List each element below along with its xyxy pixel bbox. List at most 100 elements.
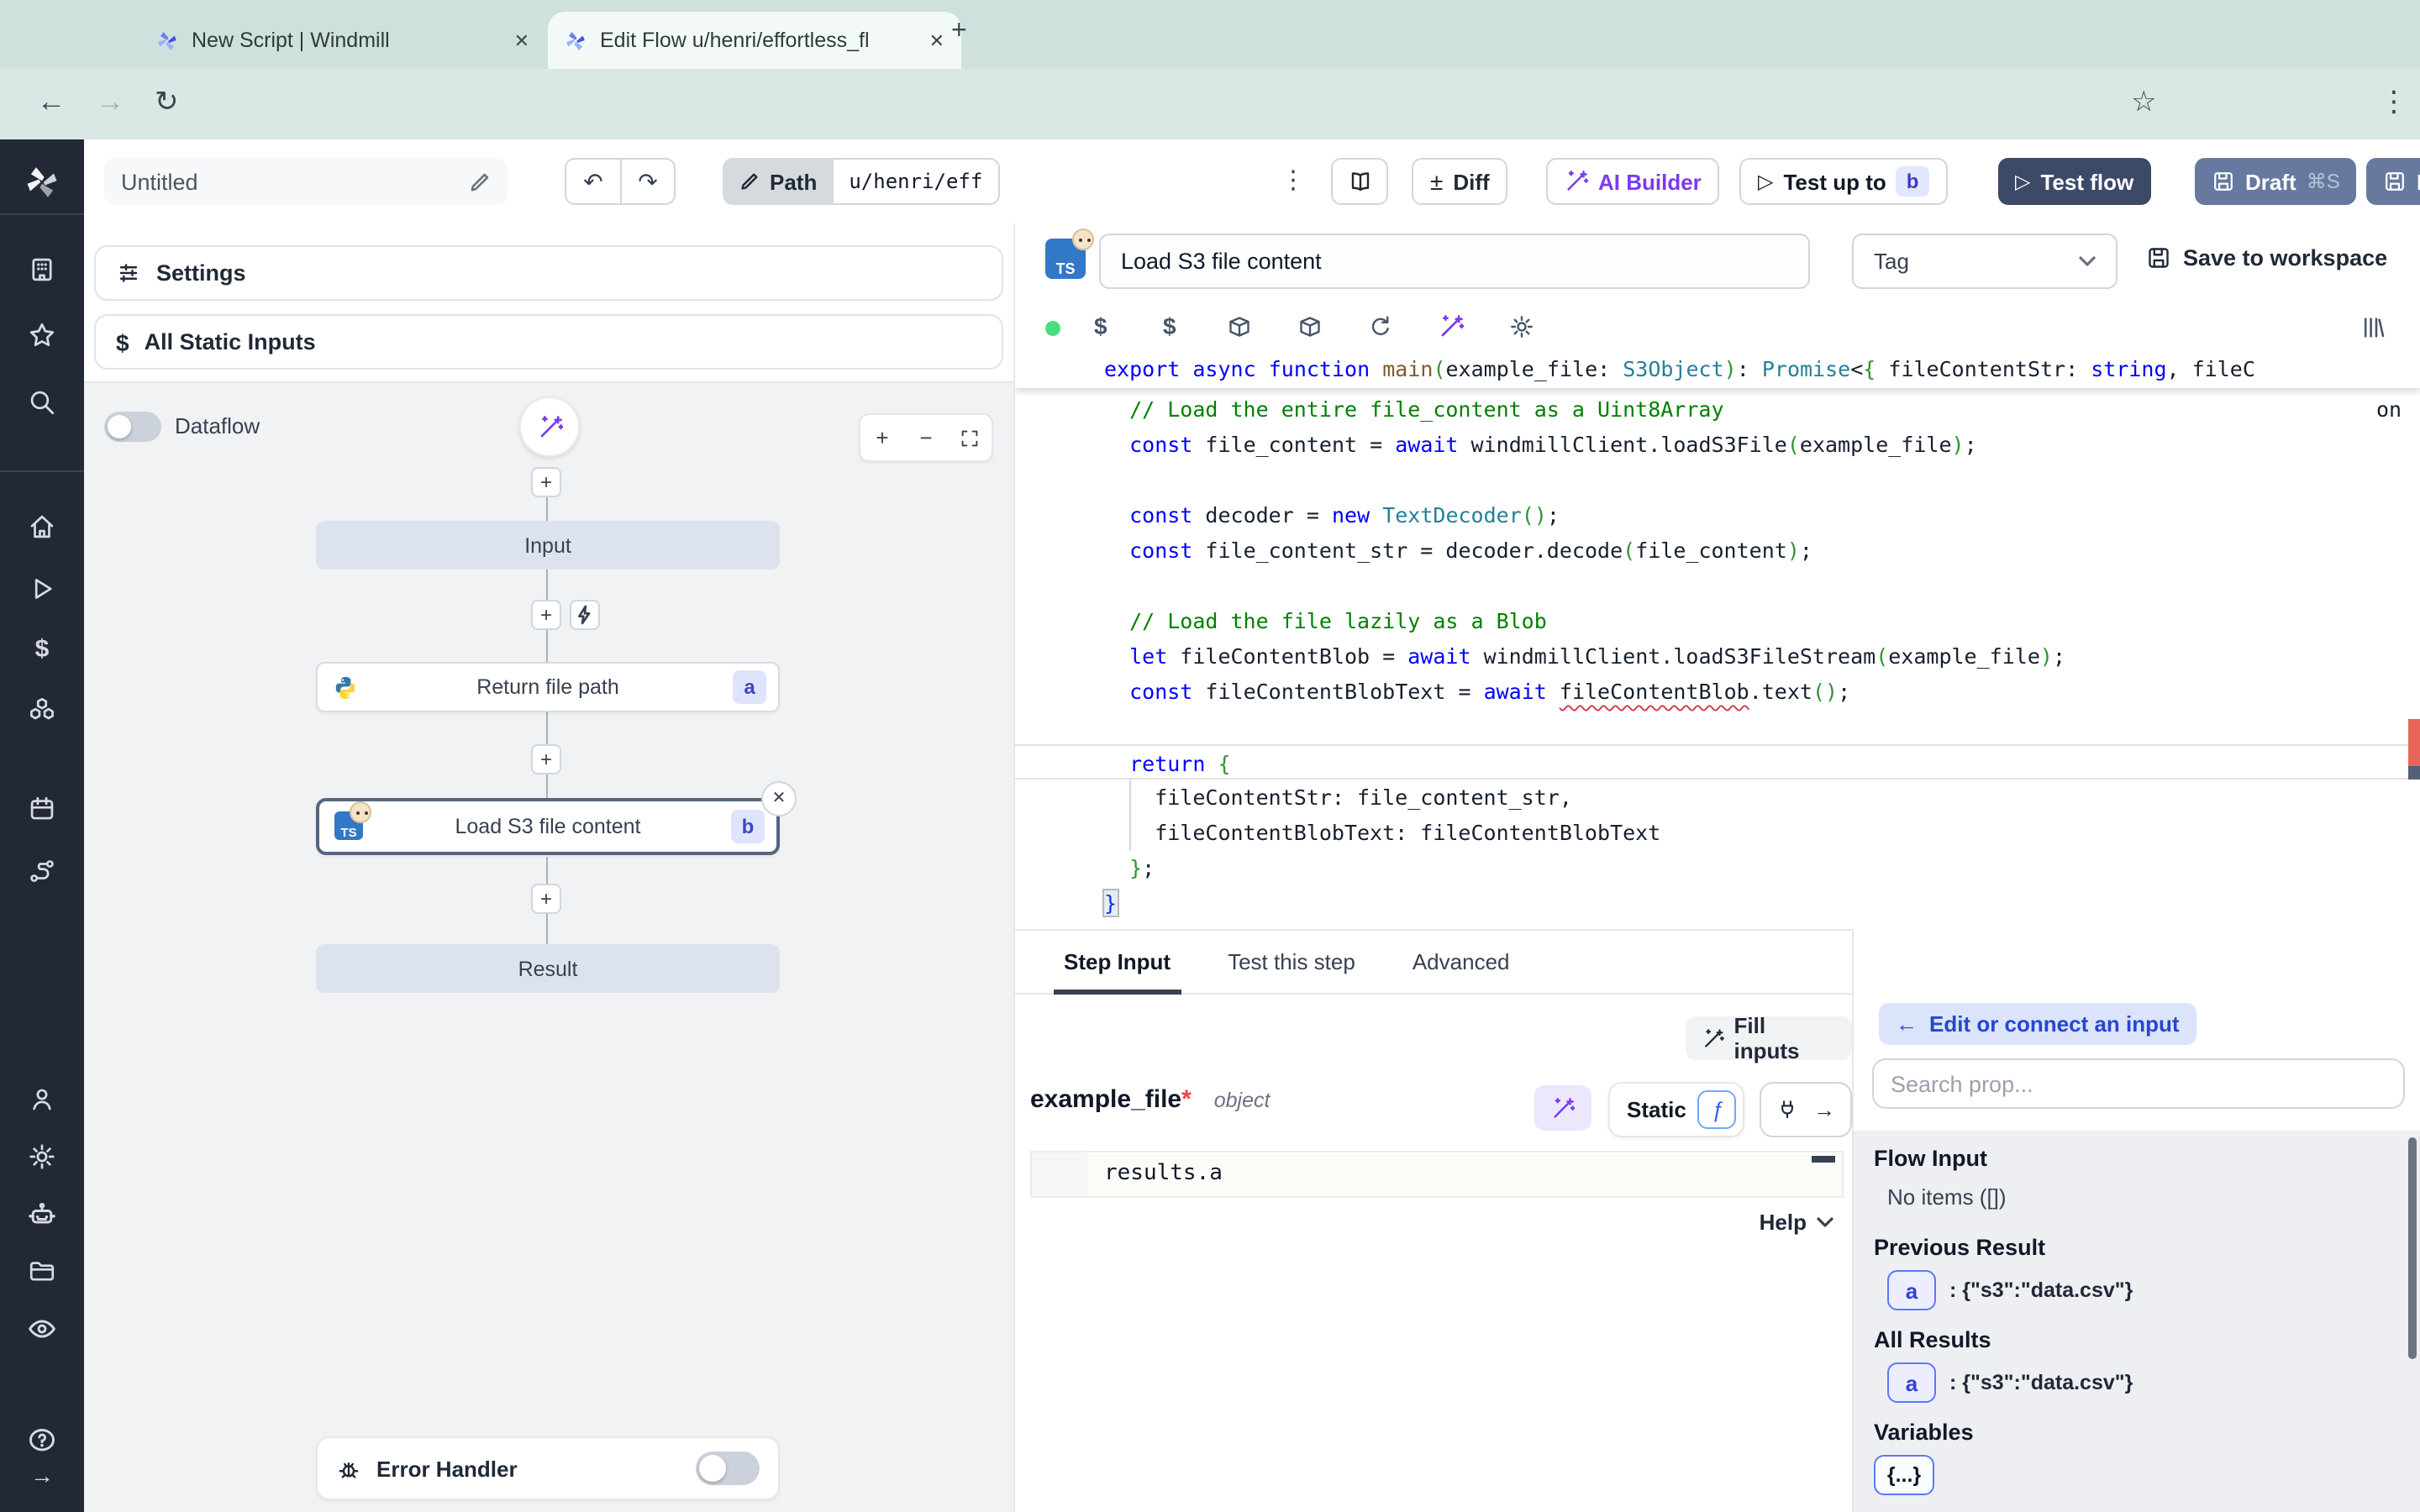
dataflow-toggle[interactable] (104, 412, 161, 442)
undo-button[interactable]: ↶ (565, 158, 620, 205)
all-results-row[interactable]: a : {"s3":"data.csv"} (1887, 1362, 2133, 1403)
scrollbar-thumb[interactable] (2408, 766, 2420, 780)
test-up-to-button[interactable]: ▷ Test up to b (1739, 158, 1947, 205)
connect-group: → (1760, 1082, 1852, 1137)
flows-route-icon[interactable] (28, 857, 56, 885)
step-node-b-selected[interactable]: TS Load S3 file content b (316, 798, 780, 855)
deploy-button[interactable]: Deploy (2366, 158, 2420, 205)
remove-step-icon[interactable]: ✕ (761, 781, 797, 816)
help-icon[interactable] (27, 1426, 57, 1457)
search-icon[interactable] (28, 388, 56, 417)
path-value-input[interactable]: u/henri/eff (834, 158, 999, 205)
runs-play-icon[interactable] (28, 575, 56, 603)
tag-select[interactable]: Tag (1852, 234, 2118, 289)
folders-icon[interactable] (28, 1257, 56, 1285)
browser-menu-icon[interactable]: ⋮ (2380, 86, 2408, 119)
tab-close-icon[interactable]: ✕ (929, 29, 944, 51)
dollar-icon[interactable]: $ (1094, 312, 1107, 339)
step-title-input[interactable]: Load S3 file content (1099, 234, 1810, 289)
ai-builder-button[interactable]: AI Builder (1546, 158, 1720, 205)
draft-button[interactable]: Draft ⌘S (2195, 158, 2357, 205)
bookmark-star-icon[interactable]: ☆ (2131, 86, 2157, 119)
expression-func-button[interactable]: ƒ (1698, 1090, 1737, 1129)
fill-inputs-button[interactable]: Fill inputs (1686, 1016, 1852, 1060)
tab-advanced[interactable]: Advanced (1413, 930, 1510, 994)
insert-step-button[interactable]: + (531, 744, 561, 774)
test-flow-button[interactable]: ▷ Test flow (1998, 158, 2150, 205)
static-mode-toggle[interactable]: Static ƒ (1608, 1082, 1745, 1137)
new-tab-button[interactable]: + (951, 17, 967, 47)
help-toggle[interactable]: Help (1760, 1210, 1833, 1235)
gear-icon[interactable] (1509, 314, 1534, 339)
variables-badge[interactable]: {...} (1874, 1455, 1934, 1495)
input-expression-editor[interactable]: results.a (1030, 1151, 1844, 1198)
favorites-star-icon[interactable] (28, 321, 56, 349)
step-a-label: Return file path (476, 675, 619, 699)
workers-robot-icon[interactable] (27, 1200, 57, 1230)
trigger-bolt-button[interactable] (570, 600, 600, 630)
result-a-badge[interactable]: a (1887, 1270, 1936, 1310)
audit-eye-icon[interactable] (27, 1314, 57, 1344)
package-icon[interactable] (1297, 314, 1323, 339)
previous-result-row[interactable]: a : {"s3":"data.csv"} (1887, 1270, 2133, 1310)
docs-book-button[interactable] (1331, 158, 1388, 205)
browser-tab-inactive[interactable]: New Script | Windmill ✕ (139, 12, 546, 69)
plug-icon[interactable] (1776, 1099, 1798, 1121)
resources-cubes-icon[interactable] (28, 696, 56, 724)
collapse-arrow-icon[interactable]: → (30, 1462, 54, 1488)
result-node[interactable]: Result (316, 944, 780, 993)
settings-gear-icon[interactable] (28, 1142, 56, 1171)
path-button[interactable]: Path (723, 158, 834, 205)
ai-wand-icon[interactable] (1439, 314, 1464, 339)
ai-flow-wand-button[interactable] (519, 396, 580, 457)
code-editor[interactable]: export async function main(example_file:… (1015, 351, 2420, 929)
redo-button[interactable]: ↷ (620, 158, 676, 205)
schedules-calendar-icon[interactable] (28, 795, 56, 823)
insert-step-button[interactable]: + (531, 600, 561, 630)
zoom-in-button[interactable]: + (860, 415, 904, 460)
insert-step-button[interactable]: + (531, 884, 561, 914)
insert-step-button[interactable]: + (531, 467, 561, 497)
workspace-building-icon[interactable] (28, 255, 56, 284)
library-icon[interactable] (2360, 314, 2386, 341)
users-person-icon[interactable] (28, 1085, 56, 1114)
result-node-label: Result (518, 957, 578, 980)
code-sticky-line: export async function main(example_file:… (1015, 351, 2420, 388)
browser-tab-active[interactable]: Edit Flow u/henri/effortless_fl ✕ (548, 12, 961, 69)
back-icon[interactable]: ← (37, 86, 66, 119)
connect-suggestions: Flow Input No items ([]) Previous Result… (1854, 1131, 2420, 1512)
tab-close-icon[interactable]: ✕ (514, 29, 529, 51)
scrollbar-thumb[interactable] (2408, 1137, 2417, 1359)
arrow-right-icon[interactable]: → (1813, 1097, 1835, 1122)
search-prop-input[interactable] (1872, 1058, 2405, 1109)
reload-icon[interactable]: ↻ (155, 86, 179, 119)
save-icon (2212, 170, 2235, 193)
variables-dollar-icon[interactable]: $ (35, 635, 50, 664)
dollar-icon[interactable]: $ (1163, 312, 1176, 339)
save-to-workspace-button[interactable]: Save to workspace (2146, 245, 2387, 270)
kebab-menu-icon[interactable]: ⋮ (1281, 165, 1306, 195)
input-node[interactable]: Input (316, 521, 780, 570)
package-icon[interactable] (1227, 314, 1252, 339)
play-icon: ▷ (1758, 170, 1773, 193)
error-handler-toggle[interactable] (696, 1452, 760, 1485)
all-static-inputs-row[interactable]: $ All Static Inputs (94, 314, 1003, 370)
flow-graph-canvas[interactable]: Dataflow + − + Input (84, 381, 1013, 1512)
zoom-out-button[interactable]: − (904, 415, 948, 460)
tab-step-input[interactable]: Step Input (1064, 930, 1171, 994)
windmill-logo-icon[interactable] (24, 165, 60, 200)
diff-button[interactable]: ± Diff (1412, 158, 1508, 205)
step-node-a[interactable]: Return file path a (316, 662, 780, 712)
flow-settings-row[interactable]: Settings (94, 245, 1003, 301)
forward-icon[interactable]: → (96, 86, 124, 119)
flow-name-input[interactable]: Untitled (104, 158, 508, 205)
tab-test-this-step[interactable]: Test this step (1228, 930, 1355, 994)
home-icon[interactable] (28, 512, 56, 541)
refresh-icon[interactable] (1368, 314, 1393, 339)
ai-fill-button[interactable] (1534, 1085, 1591, 1131)
result-a-badge[interactable]: a (1887, 1362, 1936, 1403)
error-handler-card[interactable]: Error Handler (316, 1436, 780, 1500)
fullscreen-button[interactable] (948, 415, 992, 460)
expression-value: results.a (1104, 1161, 1223, 1186)
edit-or-connect-button[interactable]: ← Edit or connect an input (1879, 1003, 2196, 1045)
